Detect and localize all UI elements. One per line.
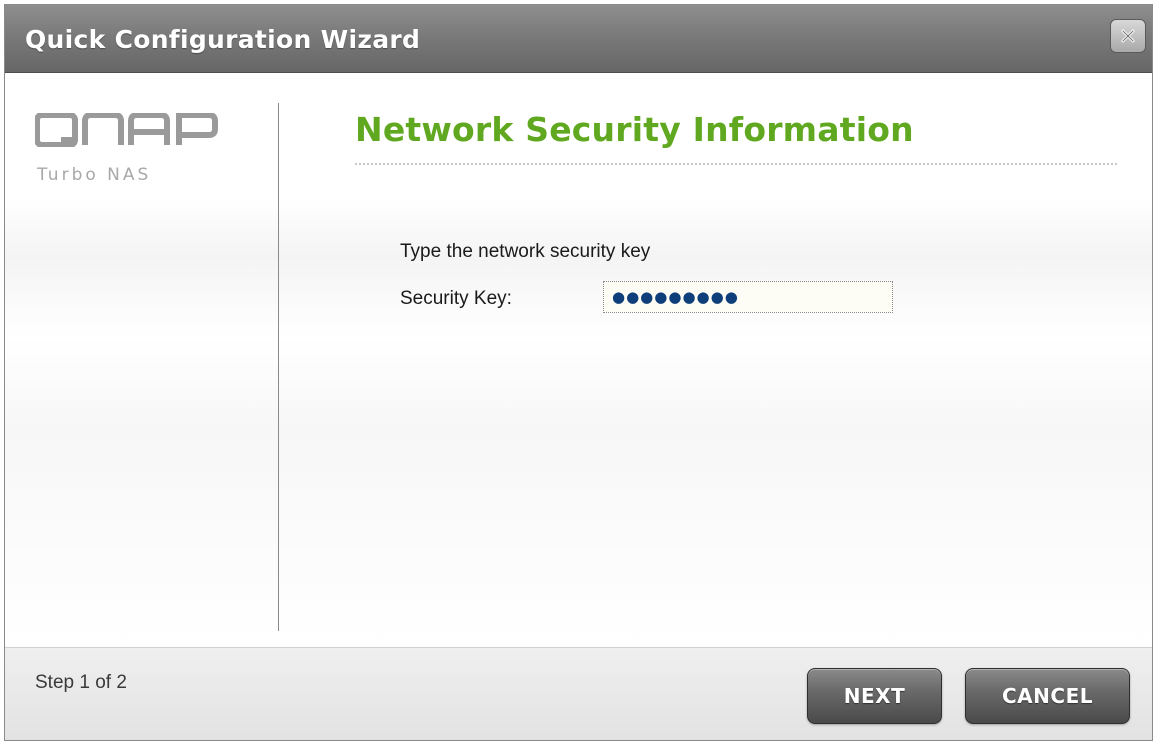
vertical-divider: [278, 103, 279, 631]
page-heading: Network Security Information: [355, 110, 914, 149]
instruction-text: Type the network security key: [400, 241, 651, 262]
qnap-logo: [35, 113, 218, 147]
wizard-body: Turbo NAS Network Security Information T…: [5, 73, 1152, 647]
title-bar[interactable]: Quick Configuration Wizard: [5, 5, 1152, 73]
security-key-label: Security Key:: [400, 288, 512, 309]
next-button[interactable]: NEXT: [807, 668, 942, 724]
window-title: Quick Configuration Wizard: [25, 25, 421, 54]
close-button[interactable]: [1110, 19, 1146, 53]
close-icon: [1121, 29, 1135, 43]
wizard-dialog: Quick Configuration Wizard Turbo NAS Net…: [4, 4, 1153, 741]
logo-subtitle: Turbo NAS: [37, 165, 152, 185]
cancel-button[interactable]: CANCEL: [965, 668, 1130, 724]
security-key-input[interactable]: [603, 281, 893, 313]
step-indicator: Step 1 of 2: [35, 672, 127, 693]
wizard-footer: Step 1 of 2 NEXT CANCEL: [5, 647, 1152, 740]
heading-divider: [355, 163, 1117, 165]
